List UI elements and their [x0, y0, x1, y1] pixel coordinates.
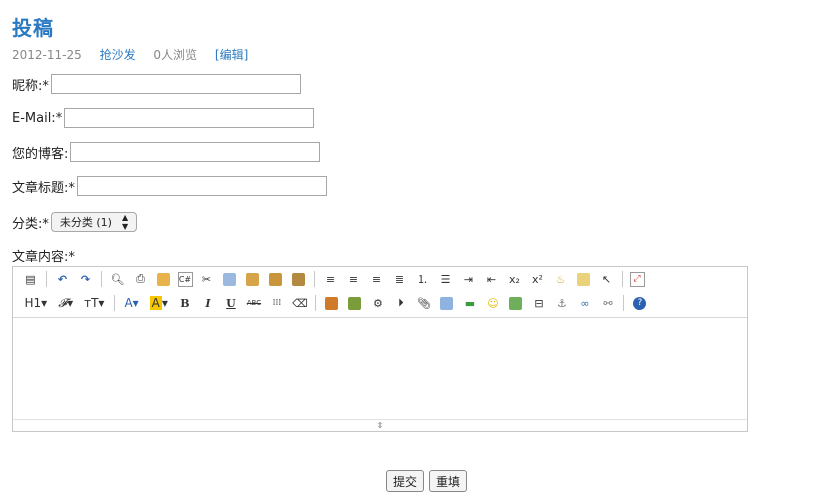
ordered-list-icon[interactable]: ⒈ [414, 270, 432, 288]
resize-handle-icon[interactable]: ⇕ [377, 421, 384, 430]
article-title-row: 文章标题:* [12, 176, 327, 196]
paste-text-icon[interactable] [267, 270, 285, 288]
heading-icon[interactable]: H1 ▾ [22, 294, 51, 312]
blog-label: 您的博客: [12, 146, 69, 162]
media-icon[interactable]: ⏵ [392, 294, 410, 312]
redo-icon[interactable]: ↷ [77, 270, 95, 288]
toolbar-divider [315, 295, 317, 311]
image-icon[interactable] [323, 294, 341, 312]
editor-resize-bar[interactable]: ⇕ [13, 419, 747, 431]
table-icon[interactable] [438, 294, 456, 312]
indent-icon[interactable]: ⇥ [460, 270, 478, 288]
paste-icon[interactable] [244, 270, 262, 288]
toolbar-divider [622, 271, 623, 287]
email-label: E-Mail:* [12, 110, 63, 126]
unlink-icon[interactable]: ⚯ [599, 294, 617, 312]
editor-toolbar: ▤ ↶ ↷ 🔍︎ ⎙ C# ✂ ≡ ≡ ≡ ≣ ⒈ ☰ ⇥ ⇤ x₂ x² ♨ … [13, 267, 747, 318]
toolbar-divider [623, 295, 625, 311]
align-right-icon[interactable]: ≡ [368, 270, 386, 288]
content-label-row: 文章内容:* [12, 246, 75, 265]
text-color-icon[interactable]: A▾ [121, 294, 141, 312]
undo-icon[interactable]: ↶ [54, 270, 72, 288]
page-break-icon[interactable]: ⊟ [530, 294, 548, 312]
bold-icon[interactable]: B [176, 294, 194, 312]
cursor-icon[interactable]: ↖ [598, 270, 616, 288]
multi-image-icon[interactable] [346, 294, 364, 312]
toolbar-divider [46, 271, 47, 287]
category-row: 分类:* 未分类 (1) ▲ ▼ [12, 212, 138, 232]
map-icon[interactable] [507, 294, 525, 312]
article-title-input[interactable] [76, 176, 327, 196]
content-label: 文章内容:* [12, 250, 75, 265]
select-arrow-icon: ▲ ▼ [121, 213, 129, 231]
page-title: 投稿 [12, 16, 54, 40]
submit-button[interactable]: 提交 [386, 470, 425, 492]
view-count: 0人浏览 [153, 48, 198, 62]
subscript-icon[interactable]: x₂ [506, 270, 524, 288]
toolbar-divider [113, 295, 115, 311]
blog-input[interactable] [70, 142, 321, 162]
post-date: 2012-11-25 [12, 48, 82, 62]
post-meta: 2012-11-25 抢沙发 0人浏览 [编辑] [12, 46, 262, 63]
font-family-icon[interactable]: 𝓕 ▾ [55, 294, 76, 312]
align-center-icon[interactable]: ≡ [345, 270, 363, 288]
highlight-icon[interactable]: A ▾ [147, 294, 171, 312]
help-icon[interactable]: ? [631, 294, 649, 312]
edit-link[interactable]: [编辑] [215, 48, 248, 62]
nickname-label: 昵称:* [12, 78, 49, 94]
align-left-icon[interactable]: ≡ [322, 270, 340, 288]
template-icon[interactable] [155, 270, 173, 288]
print-icon[interactable]: ⎙ [132, 270, 150, 288]
toolbar-row-1: ▤ ↶ ↷ 🔍︎ ⎙ C# ✂ ≡ ≡ ≡ ≣ ⒈ ☰ ⇥ ⇤ x₂ x² ♨ … [13, 267, 747, 291]
category-selected: 未分类 (1) [59, 216, 112, 229]
source-icon[interactable]: ▤ [22, 270, 40, 288]
preview-icon[interactable]: 🔍︎ [109, 270, 127, 288]
email-row: E-Mail:* [12, 108, 315, 128]
blog-row: 您的博客: [12, 142, 321, 162]
link-icon[interactable]: ∞ [576, 294, 594, 312]
cut-icon[interactable]: ✂ [198, 270, 216, 288]
category-label: 分类:* [12, 216, 49, 232]
line-height-icon[interactable]: ⁞⁞⁞ [268, 294, 286, 312]
outdent-icon[interactable]: ⇤ [483, 270, 501, 288]
justify-icon[interactable]: ≣ [391, 270, 409, 288]
clear-format-icon[interactable]: ♨ [552, 270, 570, 288]
flash-icon[interactable]: ⚙ [369, 294, 387, 312]
editor-content-area[interactable] [13, 318, 747, 421]
italic-icon[interactable]: I [199, 294, 217, 312]
toolbar-divider [314, 271, 315, 287]
superscript-icon[interactable]: x² [529, 270, 547, 288]
nickname-input[interactable] [50, 74, 301, 94]
underline-icon[interactable]: U [222, 294, 240, 312]
form-buttons: 提交 重填 [386, 470, 472, 492]
emoticon-icon[interactable]: ☺ [484, 294, 502, 312]
reset-button[interactable]: 重填 [429, 470, 468, 492]
toolbar-divider [101, 271, 102, 287]
sofa-link[interactable]: 抢沙发 [100, 48, 136, 62]
strikethrough-icon[interactable]: ABC [245, 294, 263, 312]
eraser-icon[interactable]: ⌫ [291, 294, 309, 312]
anchor-icon[interactable]: ⚓ [553, 294, 571, 312]
nickname-row: 昵称:* [12, 74, 301, 94]
select-all-icon[interactable] [575, 270, 593, 288]
horizontal-rule-icon[interactable]: ▬ [461, 294, 479, 312]
code-icon[interactable]: C# [177, 271, 193, 287]
rich-text-editor: ▤ ↶ ↷ 🔍︎ ⎙ C# ✂ ≡ ≡ ≡ ≣ ⒈ ☰ ⇥ ⇤ x₂ x² ♨ … [12, 266, 748, 432]
article-title-label: 文章标题:* [12, 180, 75, 196]
fullscreen-icon[interactable]: ⤢ [629, 271, 645, 287]
unordered-list-icon[interactable]: ☰ [437, 270, 455, 288]
toolbar-row-2: H1 ▾ 𝓕 ▾ ᴛT▾ A▾ A ▾ B I U ABC ⁞⁞⁞ ⌫ ⚙ ⏵ 📎︎ … [13, 291, 747, 315]
category-select[interactable]: 未分类 (1) ▲ ▼ [50, 212, 138, 232]
attachment-icon[interactable]: 📎︎ [415, 294, 433, 312]
copy-icon[interactable] [221, 270, 239, 288]
email-input[interactable] [64, 108, 315, 128]
heading-label: H1 [24, 296, 42, 310]
font-size-icon[interactable]: ᴛT▾ [81, 294, 107, 312]
paste-word-icon[interactable] [290, 270, 308, 288]
